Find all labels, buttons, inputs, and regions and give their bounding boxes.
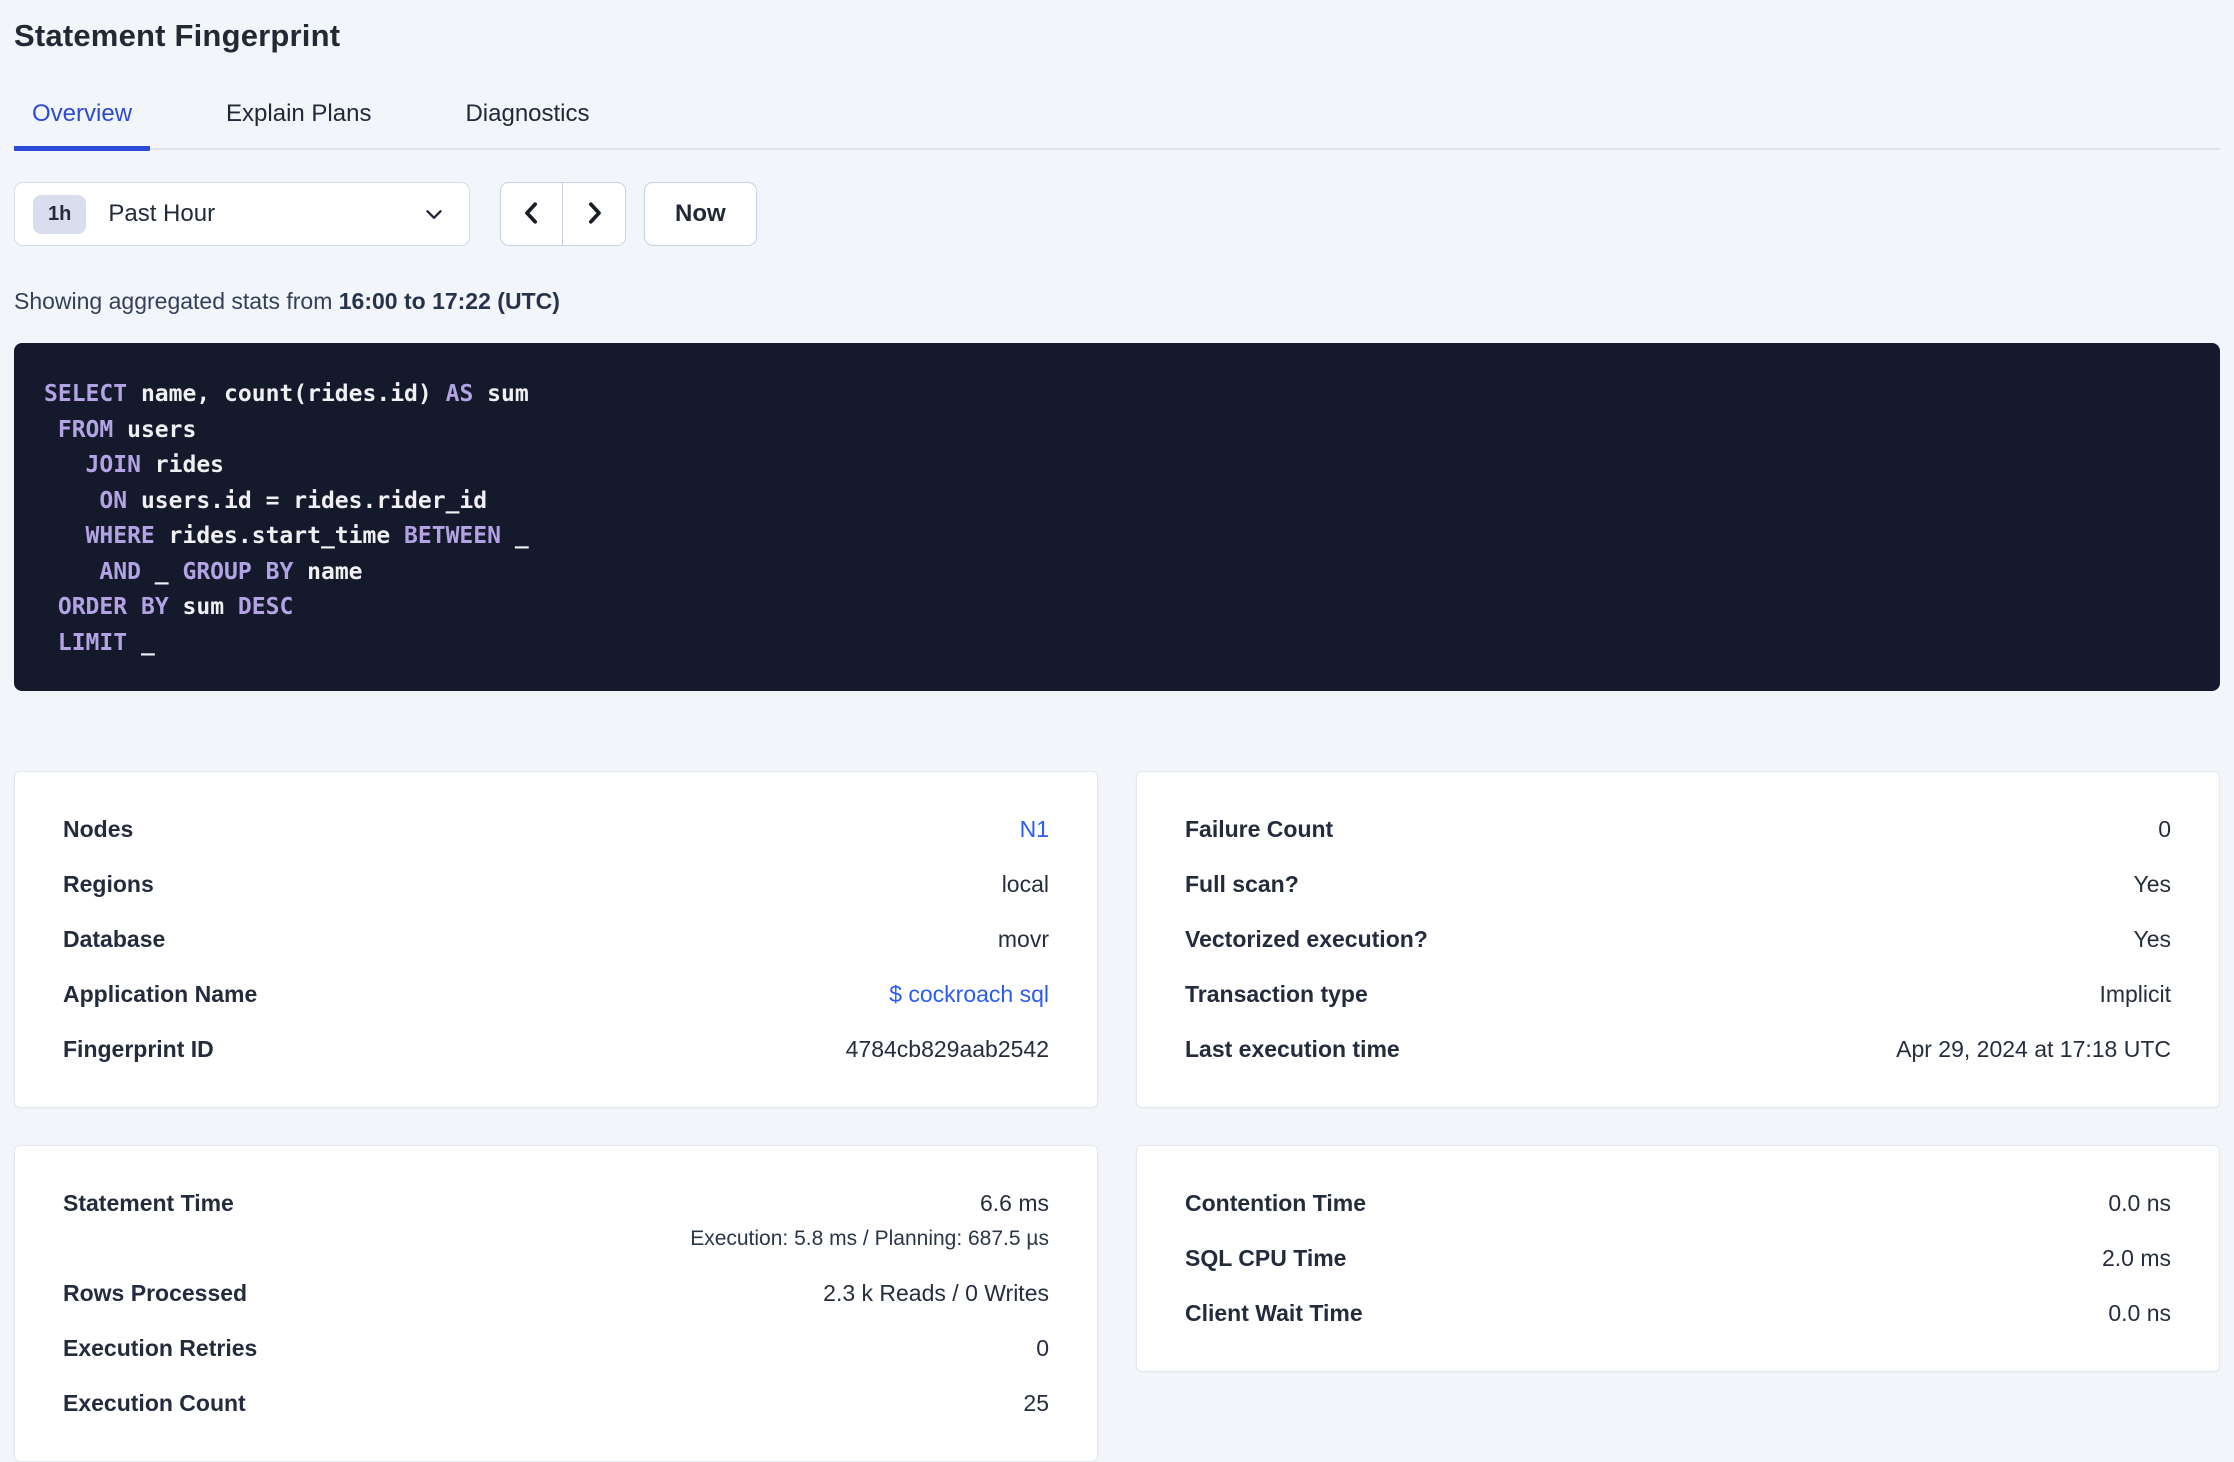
- sql-line: ORDER BY sum DESC: [57, 594, 294, 620]
- tab-diagnostics[interactable]: Diagnostics: [447, 100, 607, 151]
- time-range-arrows: [500, 182, 626, 246]
- next-time-button[interactable]: [563, 183, 625, 245]
- card-row: Execution Retries 0: [63, 1321, 1049, 1376]
- card-row: Full scan? Yes: [1185, 857, 2171, 912]
- time-range-label: Past Hour: [108, 200, 216, 227]
- statement-time-card: Statement Time 6.6 ms Execution: 5.8 ms / …: [14, 1145, 1098, 1462]
- card-row: Execution Count 25: [63, 1376, 1049, 1431]
- row-value-link[interactable]: N1: [1020, 816, 1049, 843]
- card-row: Vectorized execution? Yes: [1185, 912, 2171, 967]
- chevron-left-icon: [517, 198, 547, 231]
- card-row: Client Wait Time 0.0 ns: [1185, 1286, 2171, 1341]
- card-row: SQL CPU Time 2.0 ms: [1185, 1231, 2171, 1286]
- row-value: 4784cb829aab2542: [845, 1036, 1049, 1062]
- row-label: Last execution time: [1185, 1036, 1400, 1062]
- row-label: Database: [63, 926, 166, 952]
- wait-time-card: Contention Time 0.0 ns SQL CPU Time 2.0 ms C…: [1136, 1145, 2220, 1372]
- caption-time-range: 16:00 to 17:22 (UTC): [338, 288, 560, 314]
- row-label: Statement Time: [63, 1190, 234, 1216]
- chevron-down-icon: [421, 201, 447, 227]
- row-value: 6.6 ms: [979, 1190, 1049, 1216]
- card-row: Failure Count 0: [1185, 802, 2171, 857]
- statement-details-card: Nodes N1 Regions local Database movr Applicati…: [14, 771, 1098, 1108]
- row-value: 2.0 ms: [2101, 1245, 2171, 1271]
- row-label: Application Name: [63, 981, 258, 1007]
- row-value: 0: [1036, 1335, 1049, 1361]
- time-range-badge: 1h: [33, 194, 87, 234]
- time-range-picker[interactable]: 1h Past Hour: [14, 182, 470, 246]
- row-label: Regions: [63, 871, 154, 897]
- card-row: Rows Processed 2.3 k Reads / 0 Writes: [63, 1266, 1049, 1321]
- sql-statement-box: SELECT name, count(rides.id) AS sum FROM…: [14, 343, 2220, 691]
- row-value: Apr 29, 2024 at 17:18 UTC: [1896, 1036, 2171, 1062]
- sql-line: FROM users: [57, 416, 197, 443]
- row-value: Yes: [2133, 926, 2171, 952]
- row-value-link[interactable]: $ cockroach sql: [889, 981, 1049, 1008]
- row-label: Execution Retries: [63, 1335, 258, 1361]
- chevron-right-icon: [579, 198, 609, 231]
- card-row: Statement Time 6.6 ms Execution: 5.8 ms / …: [63, 1176, 1049, 1266]
- row-value: Implicit: [2099, 981, 2171, 1007]
- row-value: 2.3 k Reads / 0 Writes: [823, 1280, 1049, 1306]
- card-row: Last execution time Apr 29, 2024 at 17:18…: [1185, 1022, 2171, 1077]
- caption-prefix: Showing aggregated stats from: [14, 288, 339, 314]
- sql-line: LIMIT _: [57, 629, 155, 656]
- sql-line: SELECT name, count(rides.id) AS sum: [44, 381, 529, 407]
- card-row: Transaction type Implicit: [1185, 967, 2171, 1022]
- tab-explain-plans[interactable]: Explain Plans: [208, 100, 389, 151]
- sql-line: JOIN rides: [85, 452, 225, 478]
- row-label: Contention Time: [1185, 1190, 1367, 1216]
- prev-time-button[interactable]: [501, 183, 563, 245]
- statement-fingerprint-page: Statement Fingerprint Overview Explain P…: [0, 0, 2234, 1462]
- row-subvalue: Execution: 5.8 ms / Planning: 687.5 µs: [690, 1227, 1049, 1250]
- tab-overview[interactable]: Overview: [14, 100, 151, 151]
- row-label: Vectorized execution?: [1185, 926, 1428, 952]
- sql-line: ON users.id = rides.rider_id: [99, 487, 488, 514]
- row-label: Transaction type: [1185, 981, 1368, 1007]
- row-value: 0.0 ns: [2108, 1190, 2171, 1216]
- sql-line: WHERE rides.start_time BETWEEN _: [85, 523, 529, 549]
- row-value: Yes: [2133, 871, 2171, 897]
- sql-line: AND _ GROUP BY name: [99, 558, 363, 585]
- card-row: Database movr: [63, 912, 1049, 967]
- tab-bar: Overview Explain Plans Diagnostics: [14, 90, 2220, 151]
- card-row: Contention Time 0.0 ns: [1185, 1176, 2171, 1231]
- row-label: Rows Processed: [63, 1280, 248, 1306]
- card-row: Nodes N1: [63, 802, 1049, 857]
- page-title: Statement Fingerprint: [14, 18, 341, 53]
- row-value: 0: [2158, 816, 2171, 842]
- row-label: Nodes: [63, 816, 134, 842]
- row-value: 0.0 ns: [2108, 1300, 2171, 1326]
- row-value: movr: [997, 926, 1049, 952]
- row-label: Full scan?: [1185, 871, 1299, 897]
- card-row: Fingerprint ID 4784cb829aab2542: [63, 1022, 1049, 1077]
- row-label: Fingerprint ID: [63, 1036, 214, 1062]
- row-label: Client Wait Time: [1185, 1300, 1363, 1326]
- stats-cards-grid: Nodes N1 Regions local Database movr Applicati…: [14, 771, 2220, 1462]
- row-value: 25: [1023, 1390, 1049, 1416]
- row-label: Failure Count: [1185, 816, 1334, 842]
- now-button[interactable]: Now: [644, 182, 757, 246]
- execution-attributes-card: Failure Count 0 Full scan? Yes Vectorized ex…: [1136, 771, 2220, 1108]
- card-row: Application Name $ cockroach sql: [63, 967, 1049, 1022]
- card-row: Regions local: [63, 857, 1049, 912]
- time-controls: 1h Past Hour Now: [14, 182, 2220, 246]
- aggregated-stats-caption: Showing aggregated stats from 16:00 to 1…: [14, 288, 2220, 315]
- row-label: SQL CPU Time: [1185, 1245, 1347, 1271]
- row-value: local: [1001, 871, 1049, 897]
- row-label: Execution Count: [63, 1390, 246, 1416]
- sql-code: SELECT name, count(rides.id) AS sum FROM…: [44, 377, 2190, 661]
